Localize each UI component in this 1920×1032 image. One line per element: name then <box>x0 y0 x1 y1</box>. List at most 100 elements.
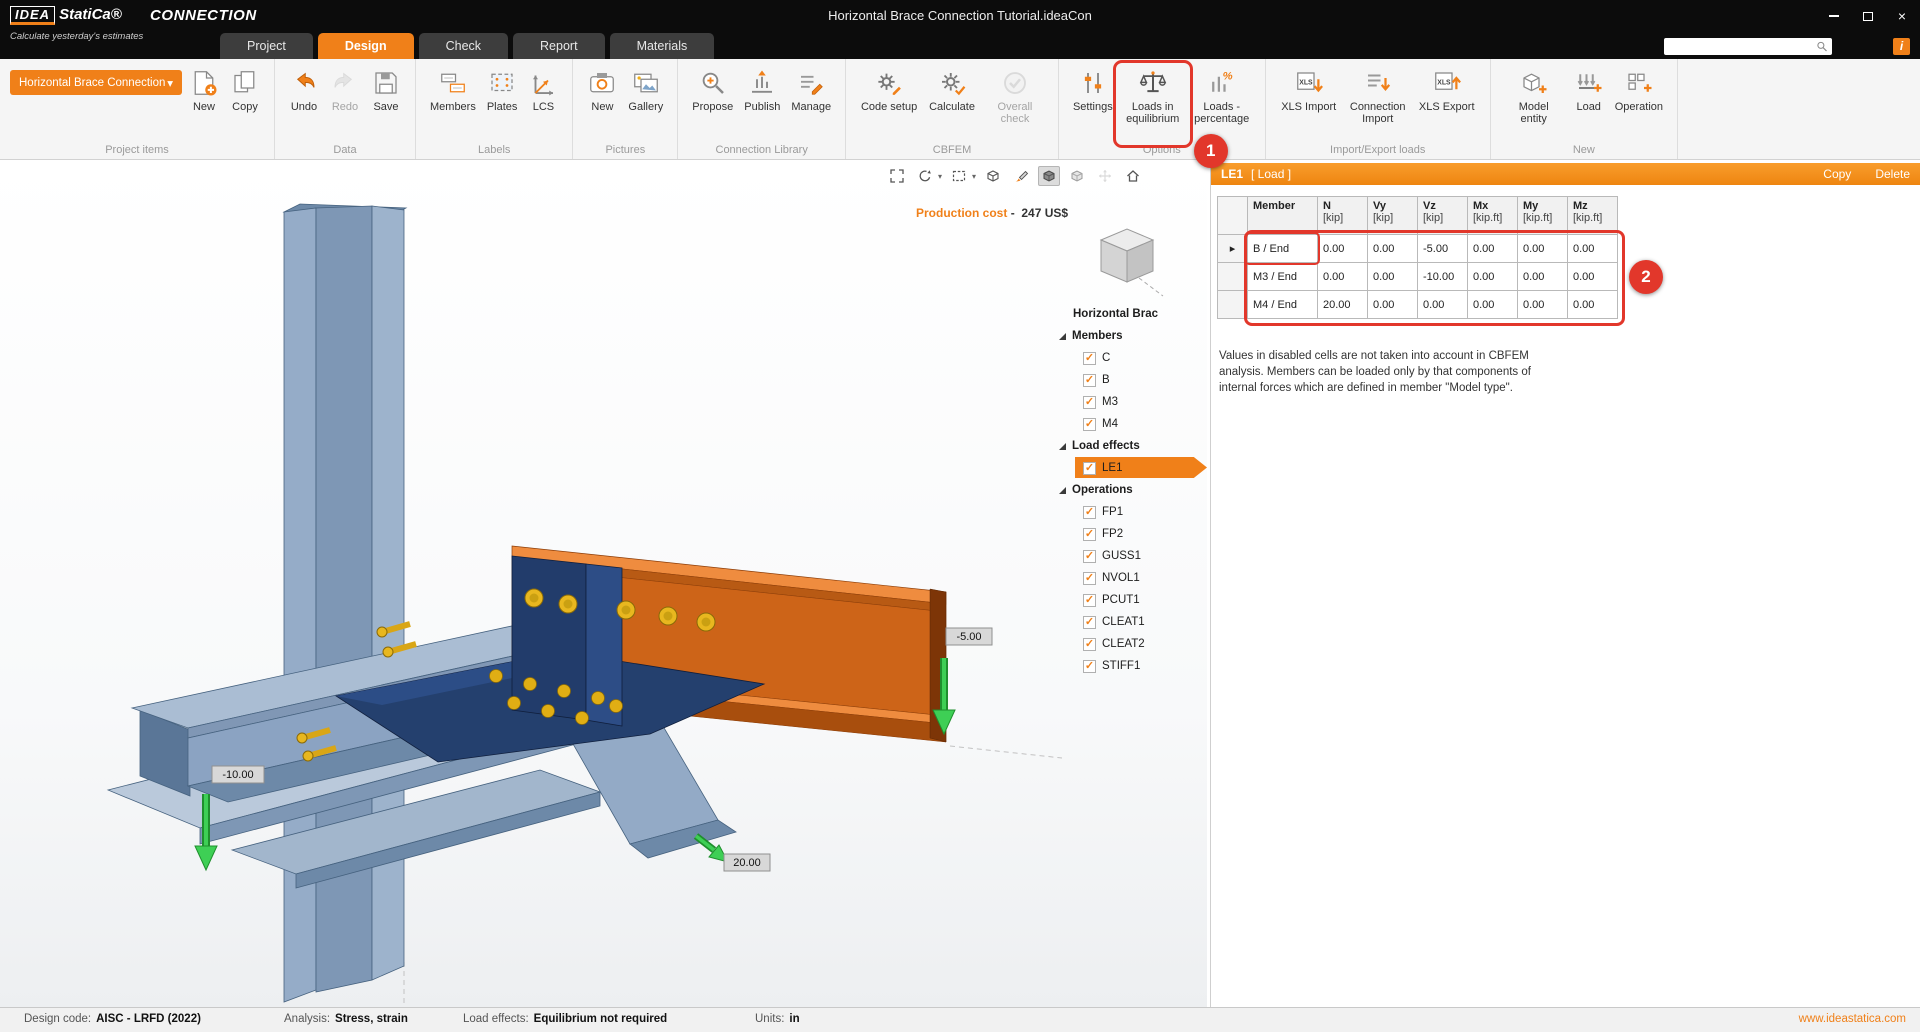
checkbox[interactable]: ✓ <box>1083 616 1096 629</box>
search-input[interactable] <box>1664 40 1816 54</box>
tree-item-fp2[interactable]: ✓FP2 <box>1057 523 1205 545</box>
ribbon-button-manage[interactable]: Manage <box>787 65 835 113</box>
loads-table[interactable]: MemberN[kip]Vy[kip]Vz[kip]Mx[kip.ft]My[k… <box>1217 196 1618 319</box>
ribbon-button-connection-import[interactable]: Connection Import <box>1345 65 1411 126</box>
collapse-icon[interactable] <box>1059 443 1066 450</box>
value-cell[interactable]: -5.00 <box>1418 235 1468 263</box>
tree-item-nvol1[interactable]: ✓NVOL1 <box>1057 567 1205 589</box>
tab-materials[interactable]: Materials <box>610 33 715 59</box>
checkbox[interactable]: ✓ <box>1083 572 1096 585</box>
ribbon-button-operation[interactable]: Operation <box>1611 65 1667 113</box>
ribbon-button-undo[interactable]: Undo <box>285 65 323 113</box>
ribbon-button-gallery[interactable]: Gallery <box>624 65 667 113</box>
ribbon-button-lcs[interactable]: LCS <box>524 65 562 113</box>
tab-project[interactable]: Project <box>220 33 313 59</box>
viewport-tool-cube-outline-icon[interactable] <box>982 166 1004 186</box>
value-cell[interactable]: 0.00 <box>1318 263 1368 291</box>
value-cell[interactable]: 0.00 <box>1368 235 1418 263</box>
copy-button[interactable]: Copy <box>1823 167 1851 181</box>
tree-item-c[interactable]: ✓C <box>1057 347 1205 369</box>
value-cell[interactable]: 0.00 <box>1568 291 1618 319</box>
maximize-icon[interactable] <box>1860 8 1876 24</box>
ribbon-button-xls-import[interactable]: XLSXLS Import <box>1276 65 1342 113</box>
tree-item-m3[interactable]: ✓M3 <box>1057 391 1205 413</box>
tree-item-b[interactable]: ✓B <box>1057 369 1205 391</box>
table-row[interactable]: M4 / End20.000.000.000.000.000.00 <box>1218 291 1618 319</box>
tree-item-cleat1[interactable]: ✓CLEAT1 <box>1057 611 1205 633</box>
tree-item-m4[interactable]: ✓M4 <box>1057 413 1205 435</box>
search-box[interactable] <box>1664 38 1832 55</box>
tree-section-members[interactable]: Members <box>1057 325 1205 347</box>
ribbon-button-new[interactable]: New <box>185 65 223 113</box>
checkbox[interactable]: ✓ <box>1083 374 1096 387</box>
value-cell[interactable]: 0.00 <box>1518 263 1568 291</box>
tree-section-load-effects[interactable]: Load effects <box>1057 435 1205 457</box>
value-cell[interactable]: 0.00 <box>1318 235 1368 263</box>
ribbon-button-xls-export[interactable]: XLSXLS Export <box>1414 65 1480 113</box>
member-cell[interactable]: M3 / End <box>1248 263 1318 291</box>
viewport-tool-expand-icon[interactable] <box>886 166 908 186</box>
ribbon-button-loads-percentage[interactable]: %Loads - percentage <box>1189 65 1255 126</box>
ribbon-button-members[interactable]: Members <box>426 65 480 113</box>
ribbon-button-calculate[interactable]: Calculate <box>925 65 979 113</box>
value-cell[interactable]: 0.00 <box>1518 291 1568 319</box>
ribbon-button-plates[interactable]: Plates <box>483 65 522 113</box>
project-selector[interactable]: Horizontal Brace Connection▾ <box>10 70 182 95</box>
3d-viewport[interactable]: -5.00 -10.00 20.00 ▾▾ Production cost - … <box>0 160 1207 1007</box>
value-cell[interactable]: 0.00 <box>1468 263 1518 291</box>
close-icon[interactable]: × <box>1894 8 1910 24</box>
ribbon-button-save[interactable]: Save <box>367 65 405 113</box>
ribbon-button-new[interactable]: New <box>583 65 621 113</box>
ribbon-button-copy[interactable]: Copy <box>226 65 264 113</box>
ribbon-button-code-setup[interactable]: Code setup <box>856 65 922 113</box>
checkbox[interactable]: ✓ <box>1083 506 1096 519</box>
tree-item-pcut1[interactable]: ✓PCUT1 <box>1057 589 1205 611</box>
viewport-tool-select-icon[interactable] <box>948 166 970 186</box>
chevron-down-icon[interactable]: ▾ <box>972 172 976 181</box>
chevron-down-icon[interactable]: ▾ <box>938 172 942 181</box>
tree-item-cleat2[interactable]: ✓CLEAT2 <box>1057 633 1205 655</box>
3d-scene[interactable]: -5.00 -10.00 20.00 <box>0 160 1207 1007</box>
ribbon-button-loads-in-equilibrium[interactable]: Loads in equilibrium1 <box>1120 65 1186 126</box>
table-row[interactable]: M3 / End0.000.00-10.000.000.000.00 <box>1218 263 1618 291</box>
ribbon-button-settings[interactable]: Settings <box>1069 65 1117 113</box>
value-cell[interactable]: 0.00 <box>1568 263 1618 291</box>
minimize-icon[interactable] <box>1826 8 1842 24</box>
checkbox[interactable]: ✓ <box>1083 352 1096 365</box>
table-row[interactable]: ▸B / End0.000.00-5.000.000.000.00 <box>1218 235 1618 263</box>
viewport-tool-home-icon[interactable] <box>1122 166 1144 186</box>
checkbox[interactable]: ✓ <box>1083 550 1096 563</box>
tree-item-guss1[interactable]: ✓GUSS1 <box>1057 545 1205 567</box>
tab-check[interactable]: Check <box>419 33 508 59</box>
member-cell[interactable]: M4 / End <box>1248 291 1318 319</box>
ribbon-button-publish[interactable]: Publish <box>740 65 784 113</box>
value-cell[interactable]: 0.00 <box>1468 291 1518 319</box>
value-cell[interactable]: 20.00 <box>1318 291 1368 319</box>
ribbon-button-model-entity[interactable]: Model entity <box>1501 65 1567 126</box>
value-cell[interactable]: 0.00 <box>1368 263 1418 291</box>
value-cell[interactable]: 0.00 <box>1518 235 1568 263</box>
row-selector[interactable]: ▸ <box>1218 235 1248 263</box>
viewport-tool-brush-icon[interactable] <box>1010 166 1032 186</box>
tree-root[interactable]: Horizontal Brac <box>1057 303 1205 325</box>
checkbox[interactable]: ✓ <box>1083 594 1096 607</box>
viewport-tool-orbit-icon[interactable] <box>914 166 936 186</box>
navigation-cube[interactable] <box>1089 216 1165 300</box>
checkbox[interactable]: ✓ <box>1083 462 1096 475</box>
row-selector[interactable] <box>1218 291 1248 319</box>
value-cell[interactable]: 0.00 <box>1368 291 1418 319</box>
ribbon-button-propose[interactable]: Propose <box>688 65 737 113</box>
tree-item-le1[interactable]: ✓LE1 <box>1057 457 1205 479</box>
checkbox[interactable]: ✓ <box>1083 638 1096 651</box>
tab-design[interactable]: Design <box>318 33 414 59</box>
checkbox[interactable]: ✓ <box>1083 396 1096 409</box>
tree-item-stiff1[interactable]: ✓STIFF1 <box>1057 655 1205 677</box>
value-cell[interactable]: 0.00 <box>1418 291 1468 319</box>
value-cell[interactable]: -10.00 <box>1418 263 1468 291</box>
delete-button[interactable]: Delete <box>1875 167 1910 181</box>
tree-section-operations[interactable]: Operations <box>1057 479 1205 501</box>
value-cell[interactable]: 0.00 <box>1568 235 1618 263</box>
checkbox[interactable]: ✓ <box>1083 418 1096 431</box>
tab-report[interactable]: Report <box>513 33 605 59</box>
checkbox[interactable]: ✓ <box>1083 528 1096 541</box>
